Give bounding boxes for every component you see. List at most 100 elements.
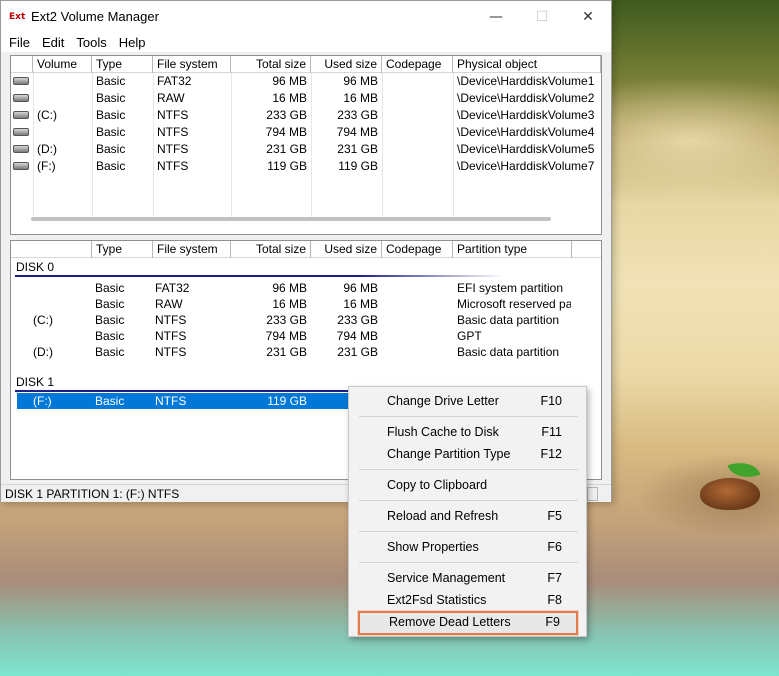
cell-file-system: NTFS [155,329,187,343]
partition-row[interactable]: (C:) Basic NTFS 233 GB 233 GB Basic data… [11,312,601,328]
cell-type: Basic [96,74,126,88]
cell-used-size: 233 GB [337,108,378,122]
disks-list-header: Type File system Total size Used size Co… [11,241,601,258]
cell-file-system: NTFS [155,313,187,327]
menu-item-label: Reload and Refresh [387,509,499,523]
menu-item-flush-cache[interactable]: Flush Cache to Disk F11 [358,421,578,443]
volume-row[interactable]: (D:) Basic NTFS 231 GB 231 GB \Device\Ha… [11,141,601,158]
menu-item-label: Change Drive Letter [387,394,499,408]
drive-icon [13,128,29,136]
cell-codepage [382,328,453,344]
volume-row[interactable]: Basic NTFS 794 MB 794 MB \Device\Harddis… [11,124,601,141]
header-used-size[interactable]: Used size [311,56,382,73]
header-codepage[interactable]: Codepage [382,241,453,258]
menu-item-ext2fsd-statistics[interactable]: Ext2Fsd Statistics F8 [358,589,578,611]
menu-item-service-management[interactable]: Service Management F7 [358,567,578,589]
minimize-button[interactable]: — [473,1,519,32]
cell-volume [11,328,91,344]
title-bar[interactable]: Ext Ext2 Volume Manager — ☐ ✕ [1,1,611,32]
cell-used-size: 794 MB [336,125,378,139]
header-partition-type[interactable]: Partition type [453,241,572,258]
header-codepage[interactable]: Codepage [382,56,453,73]
menu-file[interactable]: File [3,35,36,50]
app-icon: Ext [9,11,26,22]
menu-separator [359,416,578,417]
menu-item-show-properties[interactable]: Show Properties F6 [358,536,578,558]
cell-total-size: 96 MB [272,281,307,295]
cell-file-system: NTFS [157,142,189,156]
cell-total-size: 794 MB [265,125,307,139]
header-volume[interactable]: Volume [33,56,92,73]
cell-file-system: NTFS [155,345,187,359]
menu-item-shortcut: F7 [547,571,562,585]
volume-row[interactable]: Basic RAW 16 MB 16 MB \Device\HarddiskVo… [11,90,601,107]
cell-codepage [382,312,453,328]
cell-total-size: 231 GB [266,345,307,359]
menu-item-label: Remove Dead Letters [389,615,511,629]
header-type[interactable]: Type [92,241,153,258]
menu-item-change-drive-letter[interactable]: Change Drive Letter F10 [358,390,578,412]
menu-item-copy-to-clipboard[interactable]: Copy to Clipboard [358,474,578,496]
drive-icon [13,94,29,102]
cell-used-size: 96 MB [343,281,378,295]
menu-item-label: Copy to Clipboard [387,478,488,492]
header-file-system[interactable]: File system [153,56,231,73]
menu-tools[interactable]: Tools [70,35,112,50]
partition-row[interactable]: Basic NTFS 794 MB 794 MB GPT [11,328,601,344]
cell-used-size: 96 MB [343,74,378,88]
volume-row[interactable]: (F:) Basic NTFS 119 GB 119 GB \Device\Ha… [11,158,601,175]
close-button[interactable]: ✕ [565,1,611,32]
cell-physical-object: \Device\HarddiskVolume1 [457,74,595,88]
menu-item-remove-dead-letters[interactable]: Remove Dead Letters F9 [358,611,578,635]
cell-file-system: NTFS [151,393,231,409]
partition-row[interactable]: (D:) Basic NTFS 231 GB 231 GB Basic data… [11,344,601,360]
header-total-size[interactable]: Total size [231,56,311,73]
partition-row[interactable]: Basic RAW 16 MB 16 MB Microsoft reserved… [11,296,601,312]
cell-used-size: 16 MB [343,91,378,105]
cell-used-size: 119 GB [338,159,378,173]
volumes-list[interactable]: Volume Type File system Total size Used … [10,55,602,235]
menu-item-shortcut: F8 [547,593,562,607]
menu-item-label: Change Partition Type [387,447,511,461]
header-type[interactable]: Type [92,56,153,73]
menu-item-reload-refresh[interactable]: Reload and Refresh F5 [358,505,578,527]
menu-item-change-partition-type[interactable]: Change Partition Type F12 [358,443,578,465]
cell-type: Basic [95,345,125,359]
cell-type: Basic [95,313,125,327]
volume-row[interactable]: Basic FAT32 96 MB 96 MB \Device\Harddisk… [11,73,601,90]
header-icon-col[interactable] [11,56,33,73]
cell-type: Basic [91,393,151,409]
drive-icon [13,145,29,153]
menu-item-shortcut: F6 [547,540,562,554]
cell-physical-object: \Device\HarddiskVolume2 [457,91,595,105]
cell-used-size: 16 MB [343,297,378,311]
window-title: Ext2 Volume Manager [31,9,159,24]
menu-separator [359,531,578,532]
menu-help[interactable]: Help [113,35,152,50]
cell-codepage [382,141,453,158]
menu-item-label: Ext2Fsd Statistics [387,593,487,607]
cell-used-size: 231 GB [337,345,378,359]
header-used-size[interactable]: Used size [311,241,382,258]
cell-physical-object: \Device\HarddiskVolume4 [457,125,595,139]
cell-type: Basic [96,108,126,122]
partition-row[interactable]: Basic FAT32 96 MB 96 MB EFI system parti… [11,280,601,296]
cell-file-system: NTFS [157,108,189,122]
cell-volume [33,90,92,107]
maximize-button[interactable]: ☐ [519,1,565,32]
header-file-system[interactable]: File system [153,241,231,258]
drive-icon [13,77,29,85]
header-blank[interactable] [11,241,92,258]
volumes-rows: Basic FAT32 96 MB 96 MB \Device\Harddisk… [11,73,601,175]
horizontal-scrollbar[interactable] [31,217,551,221]
header-physical-object[interactable]: Physical object [453,56,601,73]
menu-separator [359,562,578,563]
header-total-size[interactable]: Total size [231,241,311,258]
cell-volume [33,73,92,90]
cell-total-size: 794 MB [265,329,307,343]
cell-codepage [382,107,453,124]
menu-edit[interactable]: Edit [36,35,70,50]
volume-row[interactable]: (C:) Basic NTFS 233 GB 233 GB \Device\Ha… [11,107,601,124]
cell-file-system: RAW [157,91,185,105]
cell-used-size: 231 GB [337,142,378,156]
